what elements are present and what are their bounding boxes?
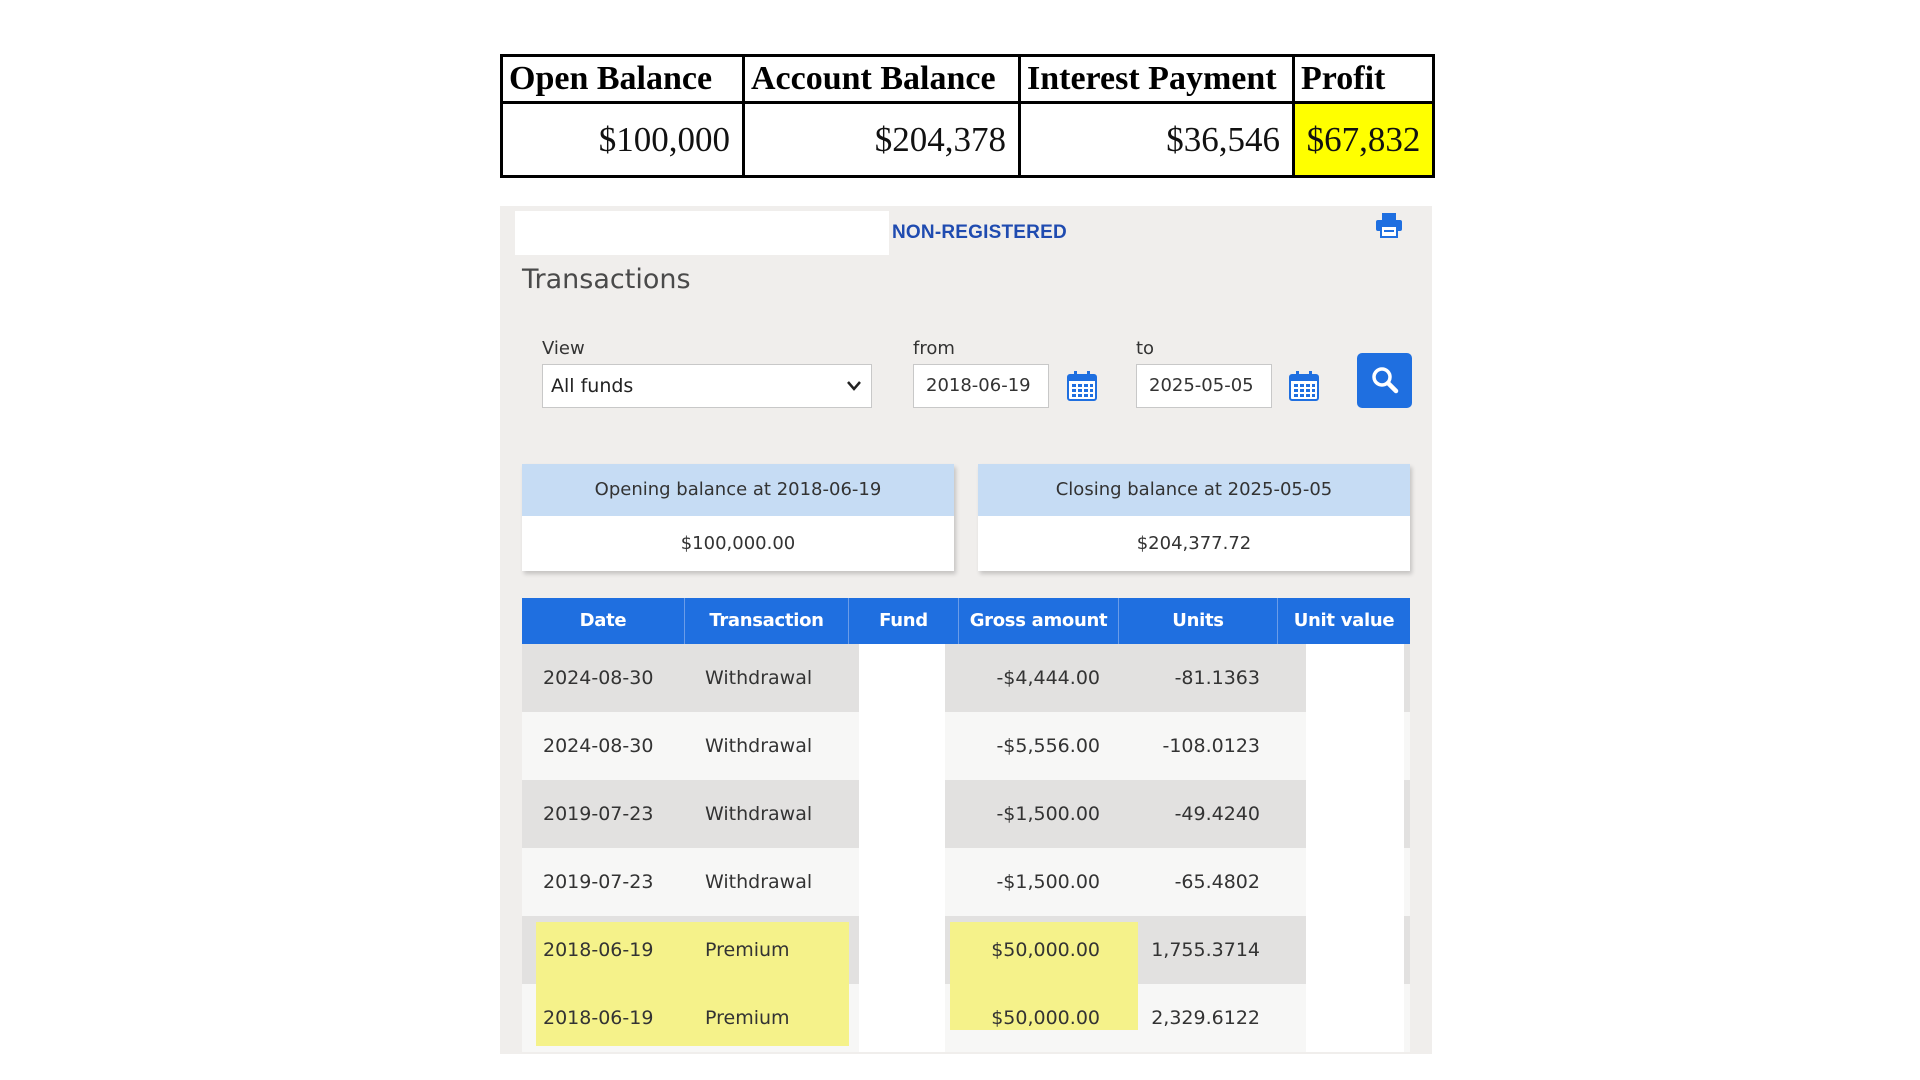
unit-value-cell-redacted xyxy=(1306,984,1404,1052)
gross-amount-cell: -$4,444.00 xyxy=(996,667,1100,689)
column-header-date[interactable]: Date xyxy=(522,598,685,644)
fund-cell-redacted xyxy=(859,916,945,984)
summary-profit: $67,832 xyxy=(1292,101,1435,178)
date-cell: 2019-07-23 xyxy=(543,803,654,825)
transactions-table-body: 2024-08-30 Withdrawal -$4,444.00 -81.136… xyxy=(522,644,1410,1052)
units-cell: 1,755.3714 xyxy=(1151,939,1260,961)
table-row: 2018-06-19 Premium $50,000.00 1,755.3714 xyxy=(522,916,1410,984)
gross-amount-cell: -$1,500.00 xyxy=(996,803,1100,825)
view-label: View xyxy=(542,338,585,359)
to-label: to xyxy=(1136,338,1155,359)
from-date-input[interactable]: 2018-06-19 xyxy=(913,364,1049,408)
search-icon xyxy=(1372,367,1399,394)
calendar-icon[interactable] xyxy=(1288,370,1320,402)
unit-value-cell-redacted xyxy=(1306,712,1404,780)
summary-interest-payment: $36,546 xyxy=(1018,101,1295,178)
transaction-cell: Withdrawal xyxy=(705,667,813,689)
table-row: 2024-08-30 Withdrawal -$5,556.00 -108.01… xyxy=(522,712,1410,780)
gross-amount-cell: -$5,556.00 xyxy=(996,735,1100,757)
transaction-cell: Premium xyxy=(705,1007,790,1029)
summary-header-row: Open Balance Account Balance Interest Pa… xyxy=(500,53,1435,105)
transaction-cell: Withdrawal xyxy=(705,735,813,757)
table-row: 2019-07-23 Withdrawal -$1,500.00 -49.424… xyxy=(522,780,1410,848)
units-cell: -49.4240 xyxy=(1174,803,1260,825)
transaction-cell: Withdrawal xyxy=(705,803,813,825)
closing-balance-label: Closing balance at 2025-05-05 xyxy=(978,464,1410,516)
unit-value-cell-redacted xyxy=(1306,848,1404,916)
view-select[interactable]: All funds xyxy=(542,364,872,408)
summary-table: Open Balance Account Balance Interest Pa… xyxy=(500,53,1435,178)
unit-value-cell-redacted xyxy=(1306,916,1404,984)
summary-header-account-balance: Account Balance xyxy=(742,53,1021,105)
to-date-input[interactable]: 2025-05-05 xyxy=(1136,364,1272,408)
table-row: 2019-07-23 Withdrawal -$1,500.00 -65.480… xyxy=(522,848,1410,916)
transactions-table-header: Date Transaction Fund Gross amount Units… xyxy=(522,598,1410,644)
closing-balance-card: Closing balance at 2025-05-05 $204,377.7… xyxy=(978,464,1410,571)
summary-header-open-balance: Open Balance xyxy=(500,53,745,105)
units-cell: -108.0123 xyxy=(1162,735,1260,757)
units-cell: 2,329.6122 xyxy=(1151,1007,1260,1029)
search-button[interactable] xyxy=(1357,353,1412,408)
fund-cell-redacted xyxy=(859,848,945,916)
section-title: Transactions xyxy=(522,264,691,295)
fund-cell-redacted xyxy=(859,712,945,780)
opening-balance-value: $100,000.00 xyxy=(680,533,796,554)
account-panel: NON-REGISTERED Transactions View All fun… xyxy=(500,206,1432,1054)
column-header-unit-value[interactable]: Unit value xyxy=(1278,598,1410,644)
printer-icon[interactable] xyxy=(1375,212,1403,238)
unit-value-cell-redacted xyxy=(1306,780,1404,848)
column-header-transaction[interactable]: Transaction xyxy=(685,598,849,644)
fund-cell-redacted xyxy=(859,984,945,1052)
column-header-units[interactable]: Units xyxy=(1119,598,1278,644)
summary-account-balance: $204,378 xyxy=(742,101,1021,178)
closing-balance-value: $204,377.72 xyxy=(1136,533,1252,554)
calendar-icon[interactable] xyxy=(1066,370,1098,402)
date-cell: 2019-07-23 xyxy=(543,871,654,893)
summary-open-balance: $100,000 xyxy=(500,101,745,178)
view-select-value: All funds xyxy=(551,375,634,397)
from-label: from xyxy=(913,338,955,359)
opening-balance-card: Opening balance at 2018-06-19 $100,000.0… xyxy=(522,464,954,571)
column-header-fund[interactable]: Fund xyxy=(849,598,959,644)
unit-value-cell-redacted xyxy=(1306,644,1404,712)
table-row: 2018-06-19 Premium $50,000.00 2,329.6122 xyxy=(522,984,1410,1052)
date-cell: 2024-08-30 xyxy=(543,735,654,757)
date-cell: 2024-08-30 xyxy=(543,667,654,689)
table-row: 2024-08-30 Withdrawal -$4,444.00 -81.136… xyxy=(522,644,1410,712)
column-header-gross-amount[interactable]: Gross amount xyxy=(959,598,1119,644)
account-name-redacted xyxy=(515,211,889,255)
date-cell: 2018-06-19 xyxy=(543,939,654,961)
units-cell: -81.1363 xyxy=(1174,667,1260,689)
date-cell: 2018-06-19 xyxy=(543,1007,654,1029)
gross-amount-cell: -$1,500.00 xyxy=(996,871,1100,893)
units-cell: -65.4802 xyxy=(1174,871,1260,893)
summary-value-row: $100,000 $204,378 $36,546 $67,832 xyxy=(500,101,1435,178)
summary-header-profit: Profit xyxy=(1292,53,1435,105)
chevron-down-icon xyxy=(847,381,861,391)
opening-balance-label: Opening balance at 2018-06-19 xyxy=(522,464,954,516)
transaction-cell: Premium xyxy=(705,939,790,961)
fund-cell-redacted xyxy=(859,780,945,848)
gross-amount-cell: $50,000.00 xyxy=(991,939,1100,961)
transaction-cell: Withdrawal xyxy=(705,871,813,893)
account-type-label: NON-REGISTERED xyxy=(892,222,1067,243)
gross-amount-cell: $50,000.00 xyxy=(991,1007,1100,1029)
fund-cell-redacted xyxy=(859,644,945,712)
summary-header-interest-payment: Interest Payment xyxy=(1018,53,1295,105)
